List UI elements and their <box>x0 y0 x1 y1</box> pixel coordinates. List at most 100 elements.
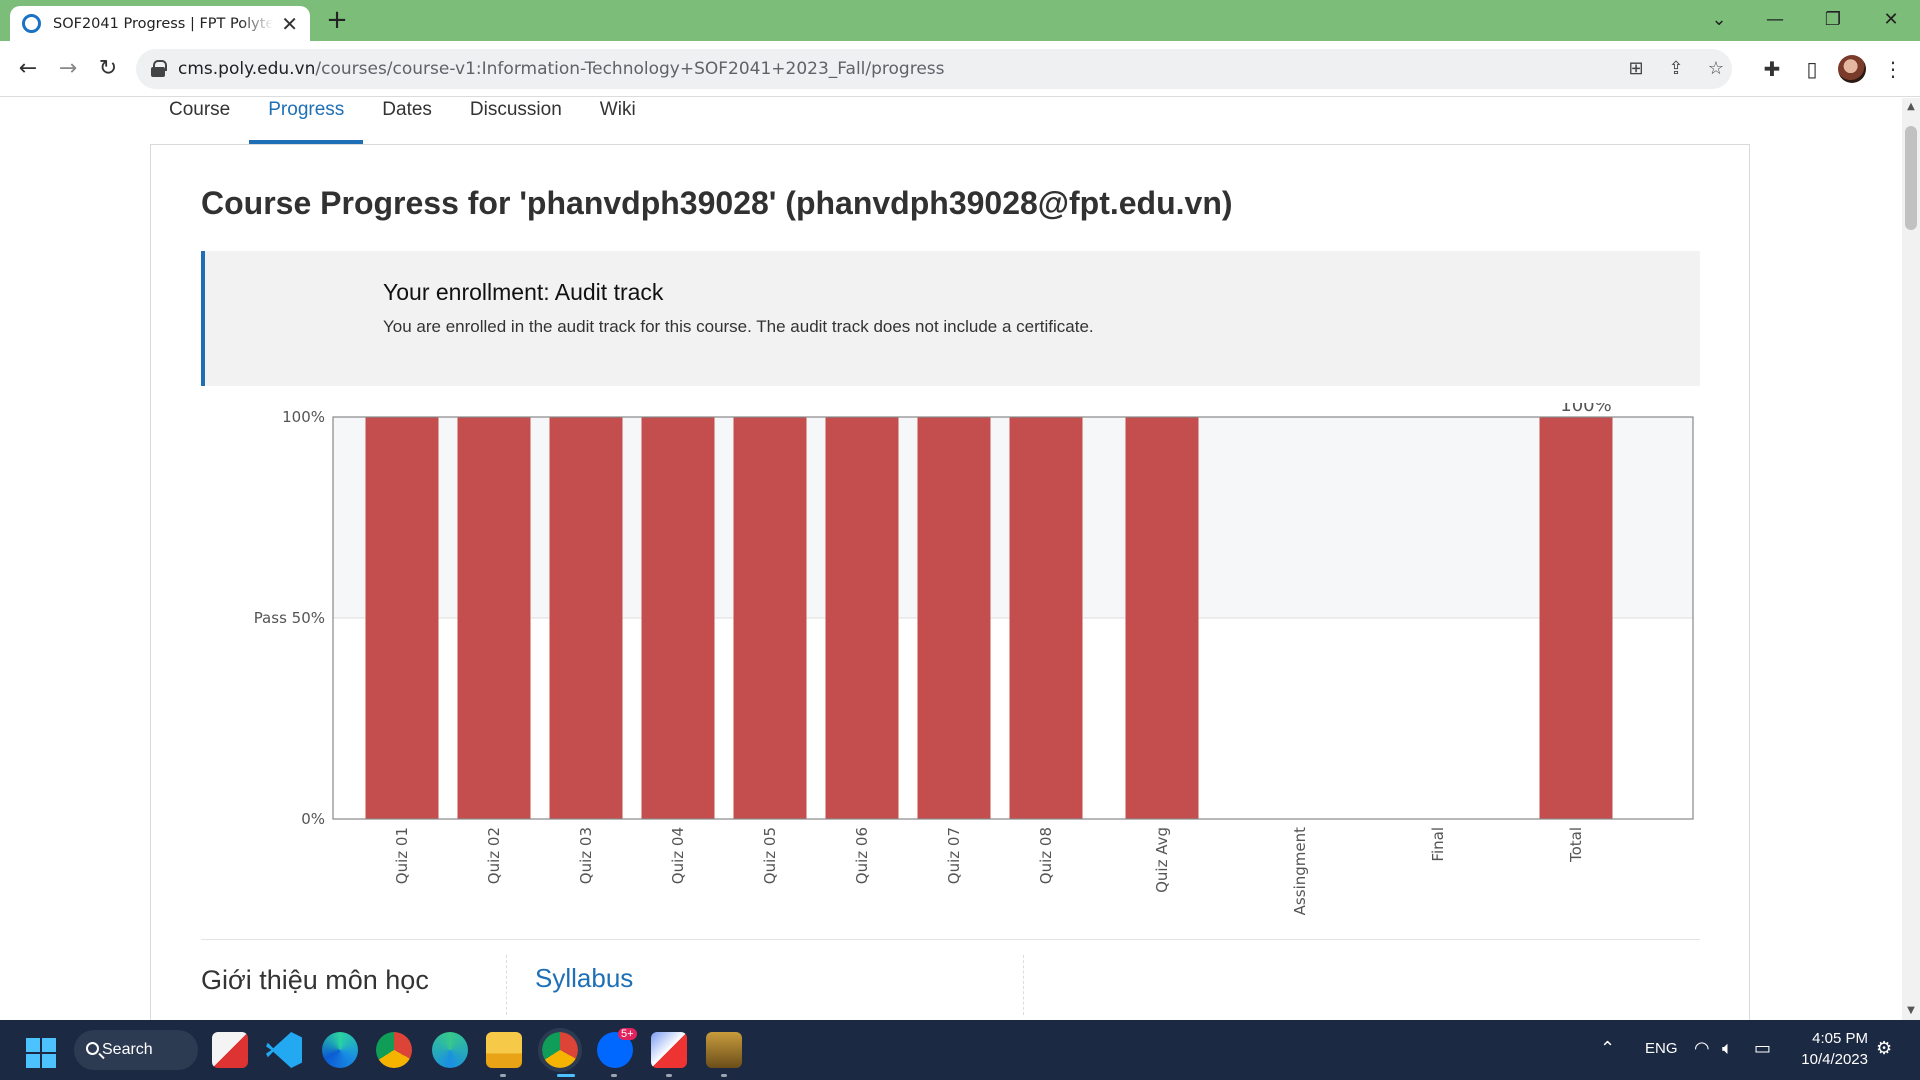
vscode-app-icon[interactable] <box>266 1032 302 1068</box>
site-favicon-icon <box>22 14 41 33</box>
reload-icon[interactable]: ↻ <box>92 53 124 85</box>
x-tick-label: Assingment <box>1291 827 1309 915</box>
x-tick-label: Total <box>1567 827 1585 863</box>
section-separator <box>506 955 507 1015</box>
language-indicator[interactable]: ENG <box>1645 1040 1678 1057</box>
tab-progress[interactable]: Progress <box>249 98 364 144</box>
app-indicator <box>500 1074 506 1077</box>
app-indicator <box>666 1074 672 1077</box>
chart-bar-quiz-06 <box>825 417 899 819</box>
share-icon[interactable]: ⇪ <box>1664 57 1688 81</box>
taskbar-search[interactable]: Search <box>74 1030 198 1070</box>
app-indicator <box>611 1074 617 1077</box>
translate-icon[interactable]: ⊞ <box>1624 57 1648 81</box>
side-panel-icon[interactable]: ▯ <box>1797 54 1827 84</box>
more-menu-icon[interactable]: ⋮ <box>1878 54 1908 84</box>
chart-bar-quiz-03 <box>549 417 623 819</box>
browser-tab-bar: SOF2041 Progress | FPT Polytechnic ✕ + ⌄… <box>0 0 1920 41</box>
tab-discussion[interactable]: Discussion <box>451 98 581 144</box>
tab-title: SOF2041 Progress | FPT Polytechnic <box>53 15 274 32</box>
progress-panel: Course Progress for 'phanvdph39028' (pha… <box>150 144 1750 1020</box>
windows-taskbar: Search 5+ ⌃ ENG ◠ 🔈︎ ▭ 4:05 PM 10/4/2023… <box>0 1020 1920 1080</box>
taskview-app-icon[interactable] <box>212 1032 248 1068</box>
tab-course[interactable]: Course <box>150 98 249 144</box>
security-app-icon[interactable] <box>651 1032 687 1068</box>
x-tick-label: Quiz 07 <box>945 827 963 884</box>
scroll-down-arrow-icon[interactable]: ▼ <box>1902 1002 1920 1020</box>
wifi-icon[interactable]: ◠ <box>1694 1038 1710 1059</box>
browser-tab[interactable]: SOF2041 Progress | FPT Polytechnic ✕ <box>10 6 310 41</box>
clock-time[interactable]: 4:05 PM <box>1790 1030 1868 1047</box>
page-scrollbar[interactable]: ▲ ▼ <box>1902 98 1920 1020</box>
section-heading: Giới thiệu môn học <box>201 965 429 995</box>
restore-button[interactable]: ❐ <box>1810 4 1856 36</box>
lock-icon[interactable] <box>150 60 167 78</box>
x-tick-label: Final <box>1429 827 1447 862</box>
file-explorer-icon[interactable] <box>486 1032 522 1068</box>
clock-date[interactable]: 10/4/2023 <box>1790 1051 1868 1068</box>
volume-icon[interactable]: 🔈︎ <box>1722 1038 1733 1059</box>
enrollment-heading: Your enrollment: Audit track <box>383 279 664 305</box>
x-tick-label: Quiz 02 <box>485 827 503 884</box>
app-indicator <box>721 1074 727 1077</box>
enrollment-text: You are enrolled in the audit track for … <box>383 317 1094 336</box>
browser-toolbar: ← → ↻ cms.poly.edu.vn/courses/course-v1:… <box>0 41 1920 97</box>
forward-arrow-icon[interactable]: → <box>52 53 84 85</box>
x-tick-label: Quiz 06 <box>853 827 871 884</box>
bookmark-star-icon[interactable]: ☆ <box>1704 57 1728 81</box>
edge-app-icon[interactable] <box>322 1032 358 1068</box>
x-tick-label: Quiz 04 <box>669 827 687 884</box>
windows-start-icon[interactable] <box>26 1038 56 1068</box>
tab-dates[interactable]: Dates <box>363 98 451 144</box>
scroll-up-arrow-icon[interactable]: ▲ <box>1902 98 1920 116</box>
x-tick-label: Quiz Avg <box>1153 827 1171 893</box>
chart-bar-quiz-01 <box>365 417 439 819</box>
x-tick-label: Quiz 08 <box>1037 827 1055 884</box>
total-value-label: 100% <box>1560 403 1611 416</box>
notification-icon[interactable]: ⚙ <box>1876 1038 1892 1059</box>
battery-icon[interactable]: ▭ <box>1754 1038 1771 1059</box>
tray-overflow-chevron-icon[interactable]: ⌃ <box>1600 1038 1615 1059</box>
back-arrow-icon[interactable]: ← <box>12 53 44 85</box>
tab-close-icon[interactable]: ✕ <box>281 14 298 34</box>
chart-bar-quiz-02 <box>457 417 531 819</box>
chart-bar-quiz-07 <box>917 417 991 819</box>
chart-bar-quiz-04 <box>641 417 715 819</box>
x-tick-label: Quiz 05 <box>761 827 779 884</box>
taskbar-search-label: Search <box>102 1041 153 1058</box>
extensions-puzzle-icon[interactable]: ✚ <box>1757 54 1787 84</box>
y-tick-label: 0% <box>301 810 325 828</box>
syllabus-link[interactable]: Syllabus <box>535 963 633 994</box>
chart-bar-quiz-avg <box>1125 417 1199 819</box>
zalo-badge: 5+ <box>618 1028 637 1040</box>
edge-dev-app-icon[interactable] <box>432 1032 468 1068</box>
scroll-thumb[interactable] <box>1905 126 1917 230</box>
tab-wiki[interactable]: Wiki <box>581 98 655 144</box>
chrome-app-icon[interactable] <box>376 1032 412 1068</box>
x-tick-label: Quiz 03 <box>577 827 595 884</box>
chrome-active-app-icon[interactable] <box>538 1028 582 1072</box>
x-tick-label: Quiz 01 <box>393 827 411 884</box>
enrollment-notice: Your enrollment: Audit track You are enr… <box>201 251 1700 386</box>
active-app-indicator <box>557 1074 575 1077</box>
search-icon <box>86 1042 99 1055</box>
page-viewport: Course Progress Dates Discussion Wiki Co… <box>0 98 1902 1020</box>
profile-avatar[interactable] <box>1838 55 1866 83</box>
y-tick-label: Pass 50% <box>254 609 325 627</box>
new-tab-button[interactable]: + <box>322 6 352 36</box>
tab-search-chevron-icon[interactable]: ⌄ <box>1696 4 1742 36</box>
section-divider <box>201 939 1700 940</box>
league-app-icon[interactable] <box>706 1032 742 1068</box>
chart-bar-total <box>1539 417 1613 819</box>
address-bar[interactable]: cms.poly.edu.vn/courses/course-v1:Inform… <box>136 49 1732 89</box>
url-host: cms.poly.edu.vn <box>178 59 316 79</box>
section-separator <box>1023 955 1024 1015</box>
chart-bar-quiz-05 <box>733 417 807 819</box>
close-window-button[interactable]: ✕ <box>1868 4 1914 36</box>
grade-chart: 100% Pass 50% 0% Quiz 01 Quiz 02 Quiz 03 Quiz … <box>254 403 1694 915</box>
minimize-button[interactable]: — <box>1752 4 1798 36</box>
page-title: Course Progress for 'phanvdph39028' (pha… <box>201 185 1233 221</box>
url-text[interactable]: cms.poly.edu.vn/courses/course-v1:Inform… <box>178 59 945 79</box>
y-tick-label: 100% <box>282 408 325 426</box>
chart-bar-quiz-08 <box>1009 417 1083 819</box>
